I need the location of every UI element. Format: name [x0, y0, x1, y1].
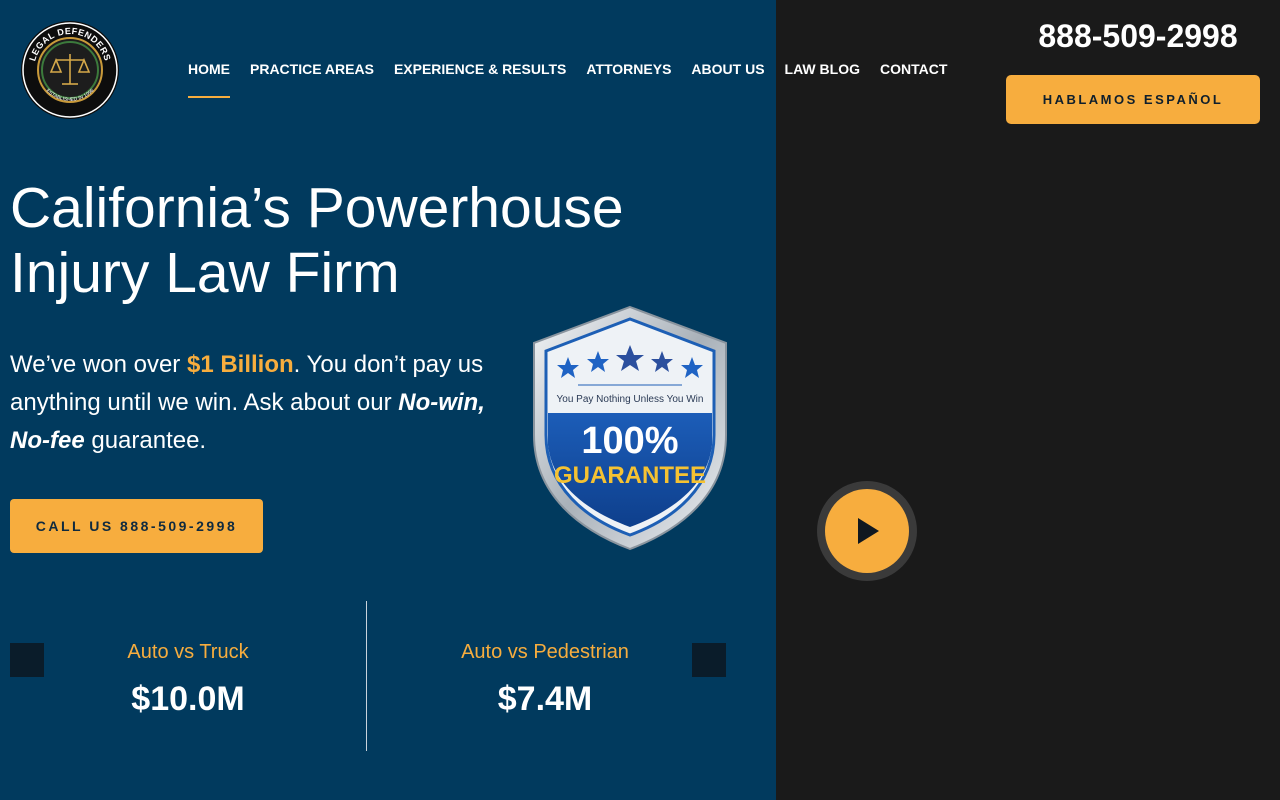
nav-about-us[interactable]: ABOUT US — [691, 61, 764, 98]
result-label: Auto vs Pedestrian — [461, 641, 629, 663]
badge-tagline: You Pay Nothing Unless You Win — [557, 394, 704, 405]
hero-description: We’ve won over $1 Billion. You don’t pay… — [10, 346, 490, 460]
result-label: Auto vs Truck — [127, 641, 249, 663]
header-phone-link[interactable]: 888-509-2998 — [1006, 18, 1270, 55]
nav-law-blog[interactable]: LAW BLOG — [785, 61, 860, 98]
hero-text-part3: guarantee. — [84, 427, 207, 454]
result-card: Auto vs Truck $10.0M — [38, 641, 338, 719]
main-nav: HOME PRACTICE AREAS EXPERIENCE & RESULTS… — [188, 61, 967, 98]
hero-title-line1: California’s Powerhouse — [10, 176, 624, 240]
hero-text-part1: We’ve won over — [10, 351, 187, 378]
nav-attorneys[interactable]: ATTORNEYS — [586, 61, 671, 98]
nav-contact[interactable]: CONTACT — [880, 61, 947, 98]
results-divider — [366, 601, 367, 751]
result-amount: $10.0M — [131, 680, 245, 718]
hero-title: California’s Powerhouse Injury Law Firm — [10, 176, 710, 306]
result-amount: $7.4M — [497, 680, 593, 718]
nav-practice-areas[interactable]: PRACTICE AREAS — [250, 61, 374, 98]
call-us-button[interactable]: CALL US 888-509-2998 — [10, 499, 263, 553]
hablamos-espanol-button[interactable]: HABLAMOS ESPAÑOL — [1006, 75, 1260, 124]
hero-title-line2: Injury Law Firm — [10, 241, 400, 305]
hero-billion-highlight: $1 Billion — [186, 351, 294, 378]
result-card: Auto vs Pedestrian $7.4M — [395, 641, 695, 719]
guarantee-shield-badge: You Pay Nothing Unless You Win 100% GUAR… — [533, 305, 727, 551]
badge-percent: 100% — [581, 420, 678, 462]
play-video-button[interactable] — [816, 480, 918, 582]
results-next-arrow[interactable] — [692, 643, 726, 677]
nav-experience-results[interactable]: EXPERIENCE & RESULTS — [394, 61, 566, 98]
nav-home[interactable]: HOME — [188, 61, 230, 98]
legal-defenders-logo[interactable]: LEGAL DEFENDERS ESTABLISHED IN 1996 — [20, 20, 120, 120]
badge-guarantee-word: GUARANTEE — [554, 462, 706, 489]
